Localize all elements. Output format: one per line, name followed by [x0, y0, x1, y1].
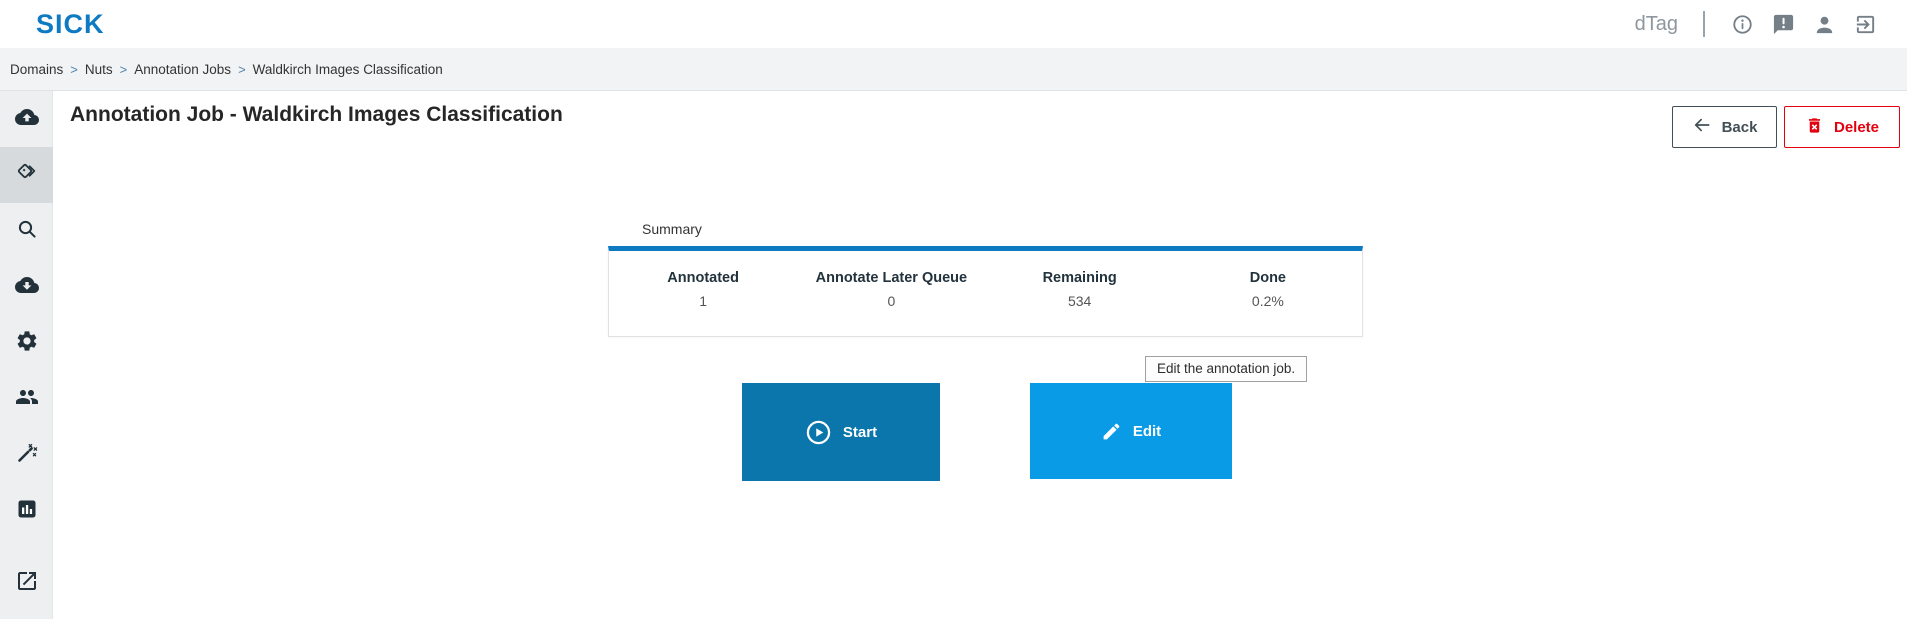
breadcrumb-separator: >: [120, 62, 128, 77]
sick-logo: SICK: [36, 9, 105, 40]
sidebar-item-settings[interactable]: [0, 315, 53, 371]
stat-label: Remaining: [986, 270, 1174, 286]
gear-icon: [15, 329, 39, 358]
stat-done: Done 0.2%: [1174, 270, 1362, 336]
info-icon[interactable]: [1730, 12, 1754, 36]
magic-wand-icon: [15, 441, 39, 470]
play-circle-icon: [805, 419, 832, 446]
feedback-icon[interactable]: [1771, 12, 1795, 36]
cloud-upload-icon: [15, 105, 39, 134]
sidebar-nav: [0, 91, 53, 619]
sidebar-item-auto-ml[interactable]: [0, 427, 53, 483]
delete-button-label: Delete: [1834, 119, 1879, 136]
sidebar-item-upload[interactable]: [0, 91, 53, 147]
stat-value: 0.2%: [1174, 293, 1362, 309]
back-button[interactable]: Back: [1672, 106, 1777, 148]
sidebar-item-annotation-jobs[interactable]: [0, 147, 53, 203]
logout-icon[interactable]: [1853, 12, 1877, 36]
top-header: SICK dTag: [0, 0, 1907, 48]
breadcrumb-item-domains[interactable]: Domains: [10, 62, 63, 77]
sidebar-item-external-link[interactable]: [0, 555, 53, 611]
bar-chart-icon: [15, 497, 39, 526]
breadcrumb-separator: >: [70, 62, 78, 77]
stat-label: Annotate Later Queue: [797, 270, 985, 286]
people-icon: [15, 385, 39, 414]
stat-annotated: Annotated 1: [609, 270, 797, 336]
pencil-icon: [1101, 421, 1122, 442]
breadcrumb-separator: >: [238, 62, 246, 77]
back-button-label: Back: [1722, 119, 1758, 136]
summary-section-label: Summary: [642, 221, 702, 237]
breadcrumb-item-current: Waldkirch Images Classification: [253, 62, 443, 77]
start-button-label: Start: [843, 424, 877, 441]
stat-value: 0: [797, 293, 985, 309]
tags-icon: [15, 161, 39, 190]
open-in-new-icon: [15, 569, 39, 598]
app-name-label: dTag: [1635, 13, 1678, 36]
sidebar-item-search[interactable]: [0, 203, 53, 259]
edit-button[interactable]: Edit: [1030, 383, 1232, 479]
stat-value: 1: [609, 293, 797, 309]
sidebar-item-users[interactable]: [0, 371, 53, 427]
header-divider: [1703, 11, 1705, 37]
stat-value: 534: [986, 293, 1174, 309]
stat-label: Done: [1174, 270, 1362, 286]
edit-tooltip: Edit the annotation job.: [1145, 356, 1307, 382]
stat-remaining: Remaining 534: [986, 270, 1174, 336]
sidebar-item-statistics[interactable]: [0, 483, 53, 539]
breadcrumb-item-nuts[interactable]: Nuts: [85, 62, 113, 77]
trash-icon: [1805, 116, 1824, 139]
summary-card: Annotated 1 Annotate Later Queue 0 Remai…: [608, 246, 1363, 337]
delete-button[interactable]: Delete: [1784, 106, 1900, 148]
breadcrumb: Domains > Nuts > Annotation Jobs > Waldk…: [0, 48, 1907, 91]
search-icon: [15, 217, 39, 246]
start-button[interactable]: Start: [742, 383, 940, 481]
edit-button-label: Edit: [1133, 423, 1161, 440]
sidebar-item-download[interactable]: [0, 259, 53, 315]
stat-annotate-later-queue: Annotate Later Queue 0: [797, 270, 985, 336]
user-icon[interactable]: [1812, 12, 1836, 36]
header-actions: dTag: [1635, 11, 1877, 37]
page-title: Annotation Job - Waldkirch Images Classi…: [70, 103, 563, 127]
breadcrumb-item-annotation-jobs[interactable]: Annotation Jobs: [134, 62, 231, 77]
arrow-left-icon: [1692, 115, 1712, 139]
stat-label: Annotated: [609, 270, 797, 286]
cloud-download-icon: [15, 273, 39, 302]
app-window: SICK dTag Domains > Nuts > Annotation Jo…: [0, 0, 1907, 619]
